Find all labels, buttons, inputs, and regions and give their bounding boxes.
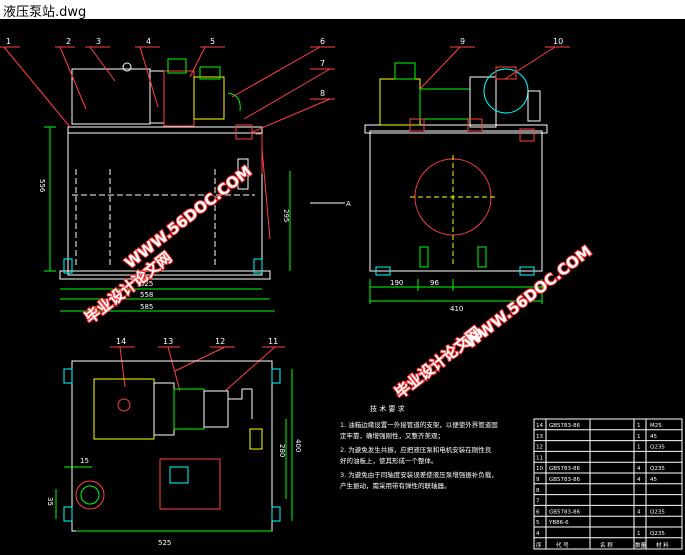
dim-top-height: 400 [294,439,302,452]
bom-cell-spec: Q235 [650,509,665,515]
callout-12: 12 [215,337,225,346]
bom-cell-qty: 1 [637,423,641,429]
bom-cell-qty: 4 [637,509,641,515]
window-titlebar: 液压泵站.dwg [0,0,685,20]
callout-10: 10 [553,37,563,46]
callout-9: 9 [460,37,465,46]
window-title: 液压泵站.dwg [3,5,87,20]
drawing-svg: 556 525 558 585 295 1 2 3 4 5 6 7 8 9 10… [0,37,683,550]
bom-cell-spec: Q235 [650,466,665,472]
tank-top-plate [71,360,273,532]
bom-cell-no: 9 [536,477,540,483]
bom-cell-qty: 1 [637,434,641,440]
bom-cell-no: 13 [536,434,543,440]
watermark-text-2-fill: 毕业设计论文网 [391,323,485,402]
bom-cell-no: 5 [536,520,540,526]
bom-cell-code: GB5783-86 [549,423,581,429]
bom-header-name: 名 称 [600,541,613,549]
bom-cell-no: 11 [536,455,543,461]
watermarks: WWW.56DOC.COM 毕业设计论文网 WWW.56DOC.COM 毕业设计… [80,161,596,403]
top-view [63,360,281,532]
tank-body-side [369,130,543,272]
bom-header-material: 材 料 [656,541,669,549]
notes-line-3: 2. 为避免发生共振，应把液压泵和电机安装在刚性良 [340,445,492,454]
bom-cell-qty: 1 [637,445,641,451]
bom-cell-spec: 45 [650,477,657,483]
bom-rows: 14 GB5783-86 1 M2513 1 4512 1 Q2351110 GB5783-86… [534,423,682,539]
cad-drawing-canvas[interactable]: 556 525 558 585 295 1 2 3 4 5 6 7 8 9 10… [0,19,685,551]
dim-front-level: 295 [282,209,290,222]
callout-4: 4 [146,37,151,46]
bom-cell-no: 12 [536,445,543,451]
dim-side-left: 190 [390,279,403,287]
bom-cell-no: 4 [536,531,540,537]
notes-title: 技 术 要 求 [370,404,405,413]
callout-6: 6 [320,37,325,46]
dim-top-small: 15 [80,457,89,465]
bom-cell-spec: Q235 [650,445,665,451]
bom-cell-code: GB5783-86 [549,477,581,483]
dim-front-height: 556 [38,179,46,193]
callout-3: 3 [96,37,101,46]
notes-line-1: 1. 油箱边缘设置一外接管道的支架，以便使外界管道固 [340,420,498,429]
dim-front-mid: 558 [140,291,153,299]
bom-header-qty: 数量 [635,541,647,549]
dim-side-right: 96 [430,279,439,287]
bom-cell-code: GB5783-86 [549,466,581,472]
notes-line-2: 定牢靠，确增强刚性，又整齐美观； [340,431,444,440]
bom-cell-spec: M25 [650,423,662,429]
bom-cell-spec: 45 [650,434,657,440]
callout-1: 1 [6,37,11,46]
notes-line-4: 好的油板上，使其形成一个整体。 [340,456,438,465]
bom-header: 序 代 号 名 称 数量 材 料 [536,541,669,549]
bom-header-code: 代 号 [556,541,569,549]
notes-line-5: 3. 为避免由于同轴度安装误差使液压泵增强振补负载， [340,470,498,479]
bom-cell-qty: 4 [637,477,641,483]
notes-line-6: 产生振动，需采用带有弹性的联轴器。 [340,481,451,490]
bom-cell-no: 10 [536,466,543,472]
bom-cell-code: YB86-6 [548,520,569,526]
side-view [364,62,548,276]
bom-cell-qty: 1 [637,531,641,537]
bom-cell-code: GB5783-86 [549,509,581,515]
dim-top-inner: 280 [278,444,286,457]
bom-cell-no: 7 [536,499,540,505]
dim-front-overall: 585 [140,303,153,311]
callout-11: 11 [268,337,278,346]
motor-front [71,68,151,125]
bom-cell-spec: Q235 [650,531,665,537]
callout-8: 8 [320,89,325,98]
motor-top [93,378,155,440]
dim-side-overall: 410 [450,305,463,313]
bom-cell-no: 6 [536,509,540,515]
callout-5: 5 [210,37,215,46]
dim-top-side: 35 [46,497,54,506]
callout-2: 2 [66,37,71,46]
bom-cell-qty: 4 [637,466,641,472]
bom-cell-no: 14 [536,423,543,429]
watermark-url-1-fill: WWW.56DOC.COM [121,162,255,272]
technical-notes: 技 术 要 求 1. 油箱边缘设置一外接管道的支架，以便使外界管道固 定牢靠，确… [340,404,498,490]
callout-7: 7 [320,59,325,68]
dim-top-width: 525 [158,539,171,547]
callout-numbers: 1 2 3 4 5 6 7 8 9 10 11 12 13 14 [6,37,563,346]
callout-13: 13 [163,337,173,346]
callout-14: 14 [116,337,126,346]
motor-end [483,68,529,114]
bom-cell-no: 8 [536,488,540,494]
bom-header-no: 序 [536,541,542,549]
view-label-a: A [346,200,351,208]
